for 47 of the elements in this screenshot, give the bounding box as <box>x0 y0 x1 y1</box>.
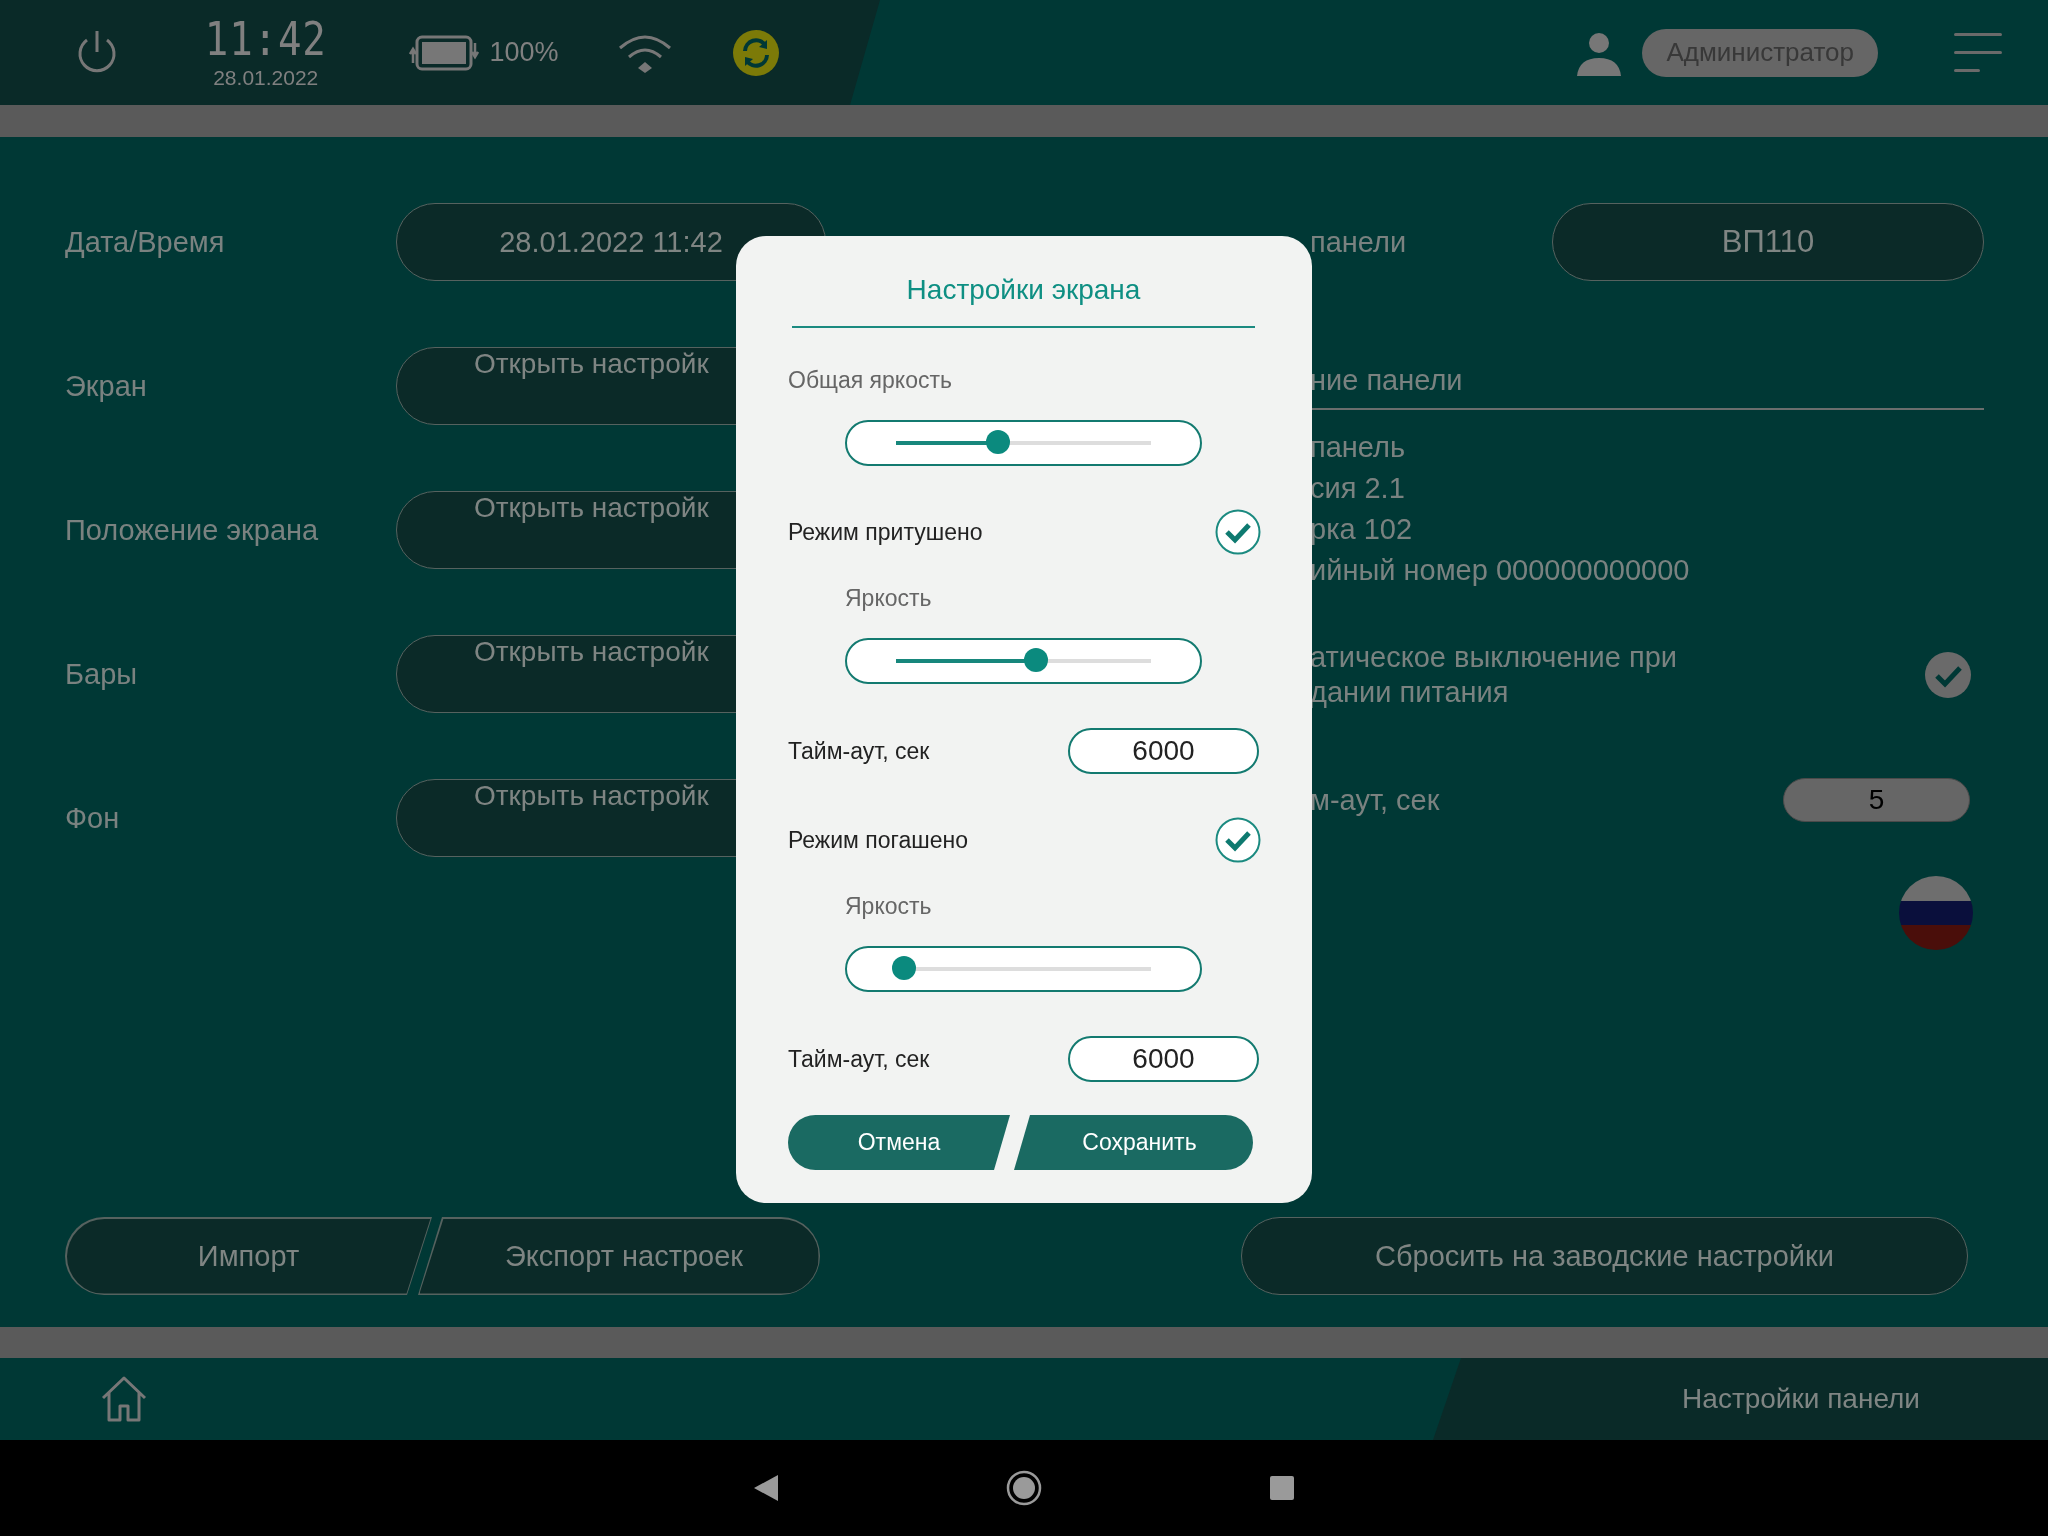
field-label: Тайм-аут, сек <box>788 1045 930 1074</box>
setting-label: Дата/Время <box>65 225 226 259</box>
import-button[interactable]: Импорт <box>65 1217 432 1295</box>
slider[interactable] <box>845 638 1202 684</box>
timeout-field[interactable]: 5 <box>1783 778 1970 822</box>
slider[interactable] <box>845 946 1202 992</box>
checkbox[interactable] <box>1215 817 1261 863</box>
slider-thumb[interactable] <box>1024 648 1049 672</box>
back-icon[interactable] <box>754 1475 778 1501</box>
export-button[interactable]: Экспорт настроек <box>418 1217 820 1295</box>
flag-icon[interactable] <box>1899 876 1973 950</box>
home-button-icon[interactable] <box>1006 1470 1042 1506</box>
setting-label: панели <box>1310 225 1407 260</box>
setting-label: Положение экрана <box>65 513 320 547</box>
slider[interactable] <box>845 420 1202 466</box>
menu-icon[interactable] <box>1954 30 2002 75</box>
info-line: ийный номер 000000000000 <box>1310 553 1691 588</box>
timeout-field[interactable]: 6000 <box>1068 1036 1259 1082</box>
dialog-title: Настройки экрана <box>905 274 1142 306</box>
info-line: сия 2.1 <box>1310 471 1406 506</box>
setting-label: атическое выключение при <box>1310 640 1677 675</box>
checkbox[interactable] <box>1215 509 1261 555</box>
clock-time: 11:42 <box>204 15 327 62</box>
info-line: рка 102 <box>1310 512 1414 547</box>
cancel-button[interactable]: Отмена <box>788 1115 1010 1170</box>
checkbox[interactable] <box>1925 652 1971 698</box>
battery-level: 100% <box>489 37 559 68</box>
home-icon[interactable] <box>99 1374 149 1424</box>
footer-title: Настройки панели <box>1433 1358 2048 1440</box>
timeout-field[interactable]: 6000 <box>1068 728 1259 774</box>
setting-label: Экран <box>65 369 148 403</box>
panel-name-button[interactable]: ВП110 <box>1552 203 1984 281</box>
clock-date: 28.01.2022 <box>213 65 319 90</box>
info-line: панель <box>1310 430 1407 465</box>
setting-label: Фон <box>65 801 121 835</box>
section-heading: ние панели <box>1310 363 1464 398</box>
field-label: Тайм-аут, сек <box>788 737 930 766</box>
slider-label: Яркость <box>845 584 933 613</box>
setting-label: Бары <box>65 657 139 691</box>
slider-label: Яркость <box>845 892 933 921</box>
setting-label: м-аут, сек <box>1310 783 1440 818</box>
reset-button[interactable]: Сбросить на заводские настройки <box>1241 1217 1968 1295</box>
slider-thumb[interactable] <box>986 430 1010 454</box>
setting-label: дании питания <box>1310 675 1510 710</box>
save-button[interactable]: Сохранить <box>1014 1115 1253 1170</box>
sync-icon[interactable] <box>732 29 779 76</box>
slider-thumb[interactable] <box>891 956 916 980</box>
